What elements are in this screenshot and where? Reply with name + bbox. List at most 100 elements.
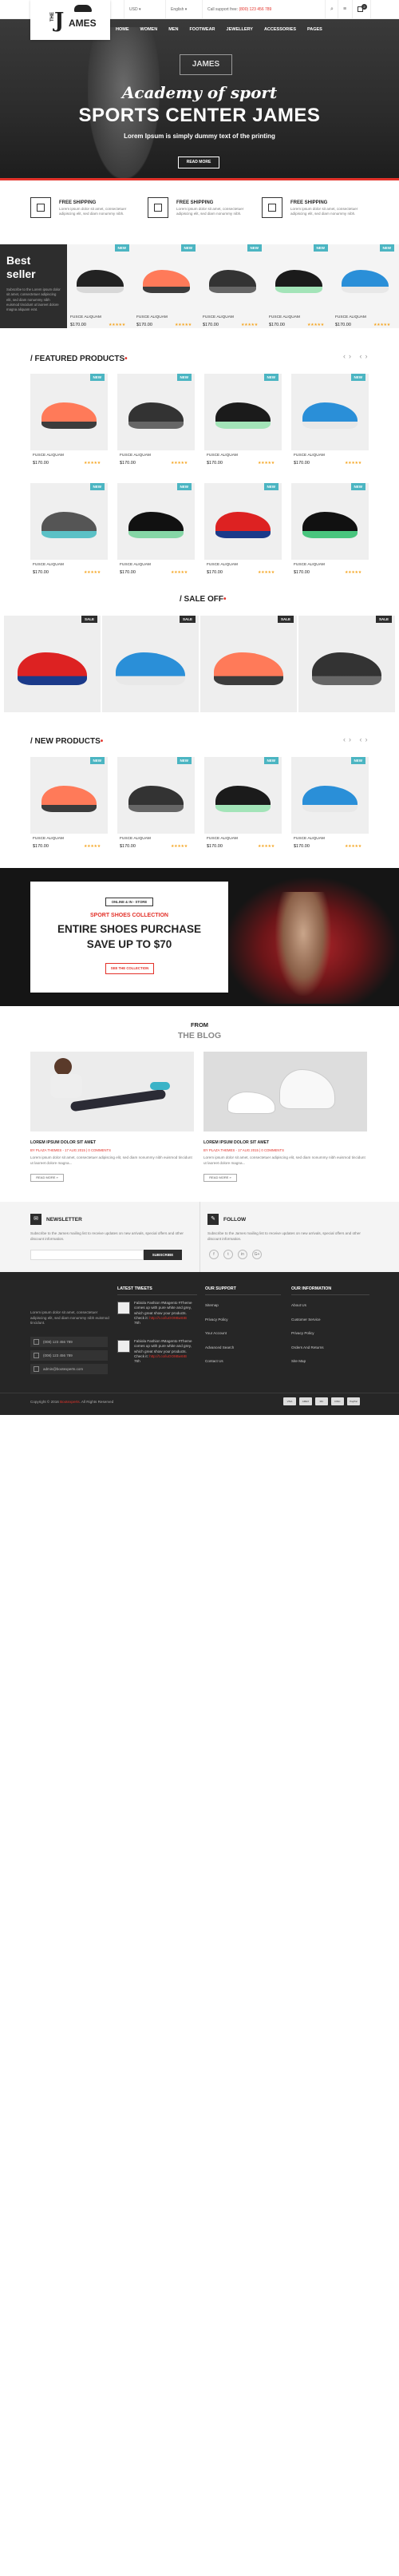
footer-phone: (008) 123 456 789 bbox=[30, 1337, 108, 1347]
product-price: $170.00 bbox=[120, 461, 136, 466]
nav-home[interactable]: HOME bbox=[116, 19, 129, 40]
blog-post-title[interactable]: LOREM IPSUM DOLOR SIT AMET bbox=[203, 1140, 269, 1145]
product-name[interactable]: FUSCE ALIQUAM bbox=[335, 315, 366, 319]
footer-link[interactable]: Sitemap bbox=[205, 1303, 219, 1307]
product-card[interactable]: NEW bbox=[30, 757, 108, 834]
nav-accessories[interactable]: ACCESSORIES bbox=[264, 19, 296, 40]
footer-link[interactable]: Customer Service bbox=[291, 1318, 321, 1322]
product-name[interactable]: FUSCE ALIQUAM bbox=[33, 454, 64, 458]
site-logo[interactable]: THE J AMES bbox=[30, 0, 110, 40]
search-icon[interactable]: ⌕ bbox=[325, 0, 338, 19]
footer-link[interactable]: Orders And Returns bbox=[291, 1345, 324, 1349]
product-name[interactable]: FUSCE ALIQUAM bbox=[70, 315, 101, 319]
featured-carousel-arrows[interactable]: ‹› ‹› bbox=[343, 352, 371, 360]
sale-badge: SALE bbox=[179, 616, 196, 623]
product-card[interactable]: SALE bbox=[298, 616, 395, 712]
new-badge: NEW bbox=[114, 244, 129, 252]
footer-email[interactable]: admin@bootexperts.com bbox=[30, 1364, 108, 1374]
footer-link[interactable]: Privacy Policy bbox=[205, 1318, 228, 1322]
product-image bbox=[302, 786, 358, 813]
newsletter-email-input[interactable] bbox=[30, 1250, 144, 1260]
linkedin-icon[interactable]: in bbox=[238, 1250, 247, 1259]
product-image bbox=[77, 270, 124, 294]
shipping-desc: Lorem ipsum dolor sit amet, consectetuer… bbox=[176, 207, 244, 216]
product-card[interactable]: NEW bbox=[30, 483, 108, 560]
blog-read-more-button[interactable]: READ MORE » bbox=[203, 1174, 237, 1182]
blog-read-more-button[interactable]: READ MORE » bbox=[30, 1174, 64, 1182]
twitter-icon[interactable]: t bbox=[223, 1250, 233, 1259]
footer-link[interactable]: Site Map bbox=[291, 1359, 306, 1363]
google-plus-icon[interactable]: G+ bbox=[252, 1250, 262, 1259]
product-image bbox=[41, 402, 97, 430]
product-name[interactable]: FUSCE ALIQUAM bbox=[120, 837, 151, 841]
nav-women[interactable]: WOMEN bbox=[140, 19, 158, 40]
language-select[interactable]: English ▾ bbox=[165, 0, 202, 19]
product-card[interactable]: NEW bbox=[204, 374, 282, 450]
product-name[interactable]: FUSCE ALIQUAM bbox=[294, 454, 325, 458]
product-card[interactable]: NEW bbox=[68, 244, 132, 312]
new-products-carousel-arrows[interactable]: ‹› ‹› bbox=[343, 735, 371, 743]
product-card[interactable]: NEW bbox=[291, 483, 369, 560]
product-name[interactable]: FUSCE ALIQUAM bbox=[294, 837, 325, 841]
hero-read-more-button[interactable]: READ MORE bbox=[178, 157, 219, 168]
product-card[interactable]: NEW bbox=[333, 244, 397, 312]
product-image bbox=[311, 652, 382, 686]
footer-link[interactable]: Advanced Search bbox=[205, 1345, 234, 1349]
footer-link[interactable]: Privacy Policy bbox=[291, 1331, 314, 1335]
product-name[interactable]: FUSCE ALIQUAM bbox=[269, 315, 300, 319]
nav-pages[interactable]: PAGES bbox=[307, 19, 322, 40]
product-name[interactable]: FUSCE ALIQUAM bbox=[33, 563, 64, 567]
product-card[interactable]: NEW bbox=[204, 757, 282, 834]
nav-jewellery[interactable]: JEWELLERY bbox=[227, 19, 253, 40]
footer-link[interactable]: About Us bbox=[291, 1303, 306, 1307]
product-card[interactable]: NEW bbox=[291, 757, 369, 834]
tweet-link[interactable]: http://t.co/luOO9Bw6IB bbox=[149, 1354, 187, 1358]
shipping-desc: Lorem ipsum dolor sit amet, consectetuer… bbox=[59, 207, 127, 216]
product-name[interactable]: FUSCE ALIQUAM bbox=[207, 454, 238, 458]
product-card[interactable]: SALE bbox=[102, 616, 199, 712]
blog-post-title[interactable]: LOREM IPSUM DOLOR SIT AMET bbox=[30, 1140, 96, 1145]
product-card[interactable]: NEW bbox=[117, 483, 195, 560]
blog-post-image[interactable] bbox=[203, 1052, 367, 1131]
menu-icon[interactable]: ≡ bbox=[338, 0, 352, 19]
product-name[interactable]: FUSCE ALIQUAM bbox=[33, 837, 64, 841]
subscribe-button[interactable]: SUBSCRIBE bbox=[144, 1250, 182, 1260]
product-name[interactable]: FUSCE ALIQUAM bbox=[120, 454, 151, 458]
tweet-link[interactable]: http://t.co/luOO9Bw6IB bbox=[149, 1316, 187, 1320]
thumbs-up-icon: ✎ bbox=[207, 1214, 219, 1225]
product-name[interactable]: FUSCE ALIQUAM bbox=[207, 837, 238, 841]
product-price: $170.00 bbox=[120, 570, 136, 575]
footer-link[interactable]: Your Account bbox=[205, 1331, 227, 1335]
product-name[interactable]: FUSCE ALIQUAM bbox=[136, 315, 168, 319]
product-price: $170.00 bbox=[120, 844, 136, 849]
product-name[interactable]: FUSCE ALIQUAM bbox=[294, 563, 325, 567]
product-card[interactable]: NEW bbox=[134, 244, 199, 312]
copyright-brand[interactable]: Bootexperts bbox=[60, 1400, 80, 1404]
product-card[interactable]: NEW bbox=[267, 244, 331, 312]
footer-link[interactable]: Contact Us bbox=[205, 1359, 223, 1363]
product-card[interactable]: NEW bbox=[204, 483, 282, 560]
product-name[interactable]: FUSCE ALIQUAM bbox=[207, 563, 238, 567]
payment-visa-icon: VISA bbox=[283, 1397, 296, 1405]
product-card[interactable]: NEW bbox=[117, 374, 195, 450]
blog-post-image[interactable] bbox=[30, 1052, 194, 1131]
featured-title: / FEATURED PRODUCTS• bbox=[30, 355, 128, 363]
product-card[interactable]: NEW bbox=[200, 244, 265, 312]
nav-footwear[interactable]: FOOTWEAR bbox=[189, 19, 215, 40]
see-collection-button[interactable]: SEE THE COLLECTION bbox=[105, 963, 154, 974]
cart-icon[interactable]: 2 bbox=[352, 0, 371, 19]
product-name[interactable]: FUSCE ALIQUAM bbox=[203, 315, 234, 319]
facebook-icon[interactable]: f bbox=[209, 1250, 219, 1259]
product-name[interactable]: FUSCE ALIQUAM bbox=[120, 563, 151, 567]
product-price: $170.00 bbox=[203, 323, 219, 327]
currency-select[interactable]: USD ▾ bbox=[124, 0, 165, 19]
product-card[interactable]: SALE bbox=[200, 616, 297, 712]
product-card[interactable]: NEW bbox=[291, 374, 369, 450]
tweet-avatar bbox=[117, 1302, 130, 1314]
product-price: $170.00 bbox=[33, 570, 49, 575]
product-card[interactable]: SALE bbox=[4, 616, 101, 712]
product-card[interactable]: NEW bbox=[117, 757, 195, 834]
nav-men[interactable]: MEN bbox=[168, 19, 178, 40]
support-phone[interactable]: (800) 123 456 789 bbox=[239, 7, 271, 12]
product-card[interactable]: NEW bbox=[30, 374, 108, 450]
